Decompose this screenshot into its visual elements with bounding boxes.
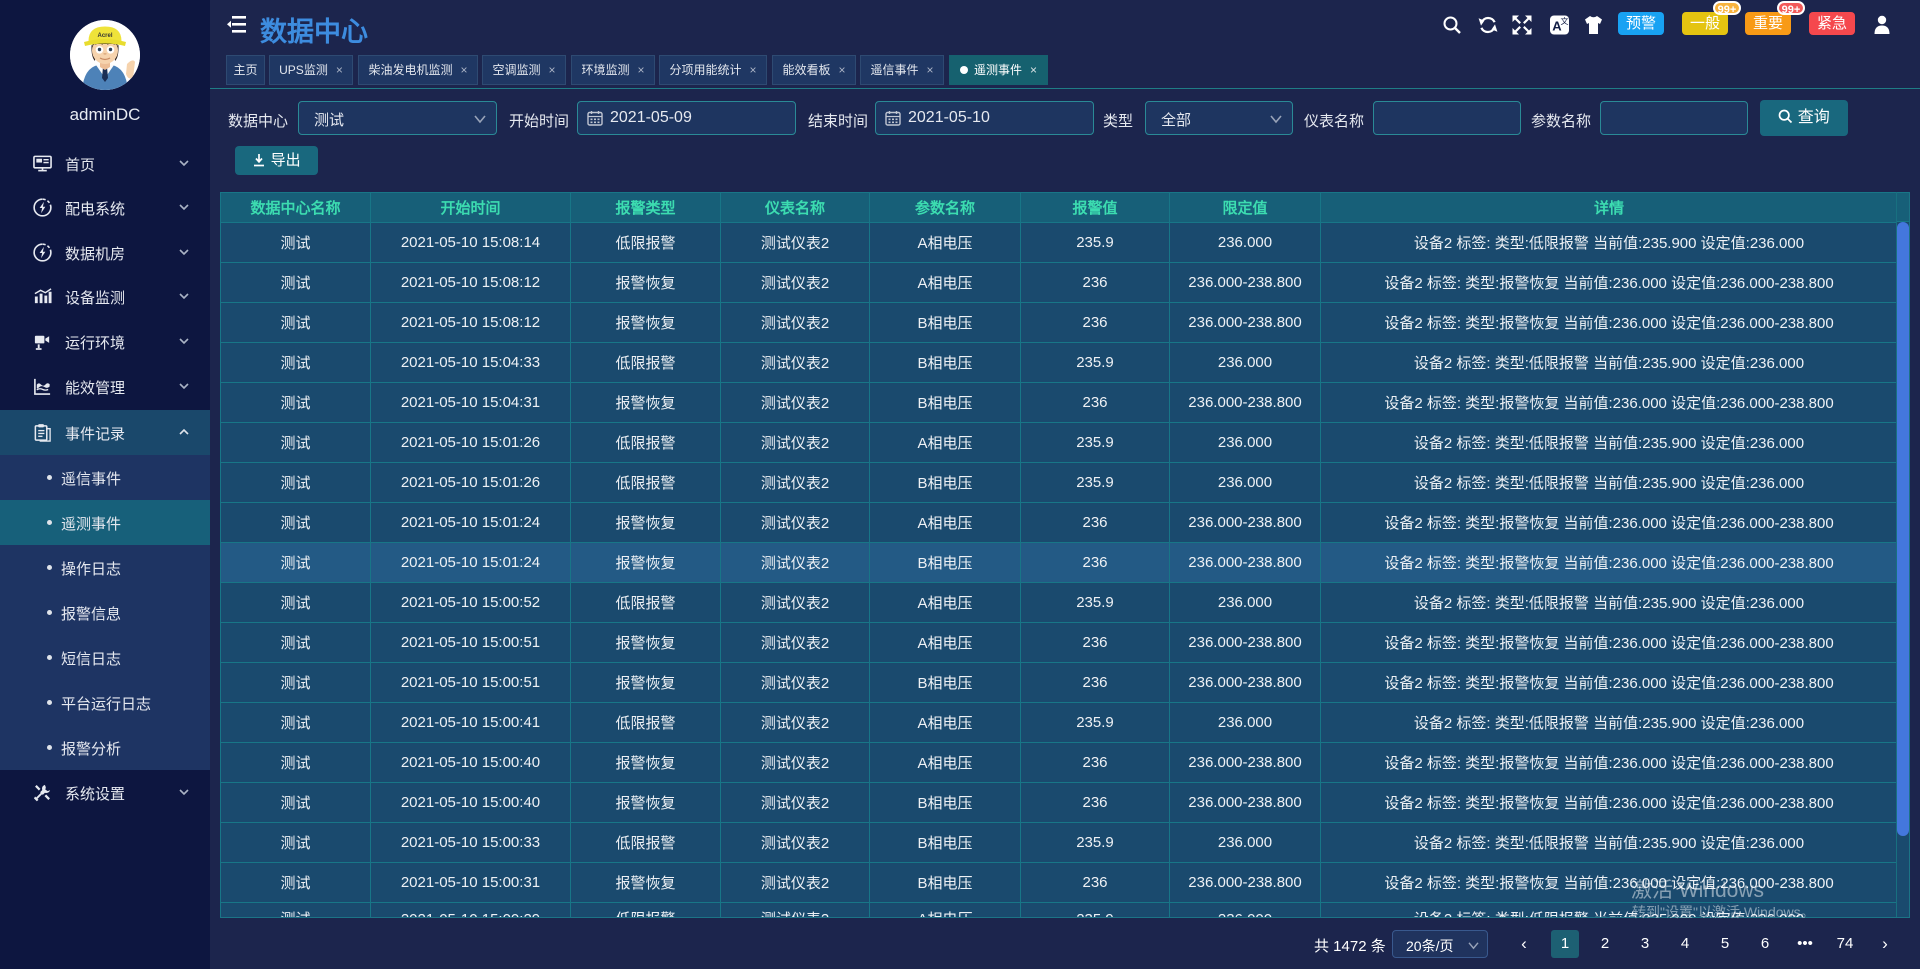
svg-text:文: 文: [1561, 16, 1569, 26]
svg-text:Acrel: Acrel: [97, 33, 112, 39]
